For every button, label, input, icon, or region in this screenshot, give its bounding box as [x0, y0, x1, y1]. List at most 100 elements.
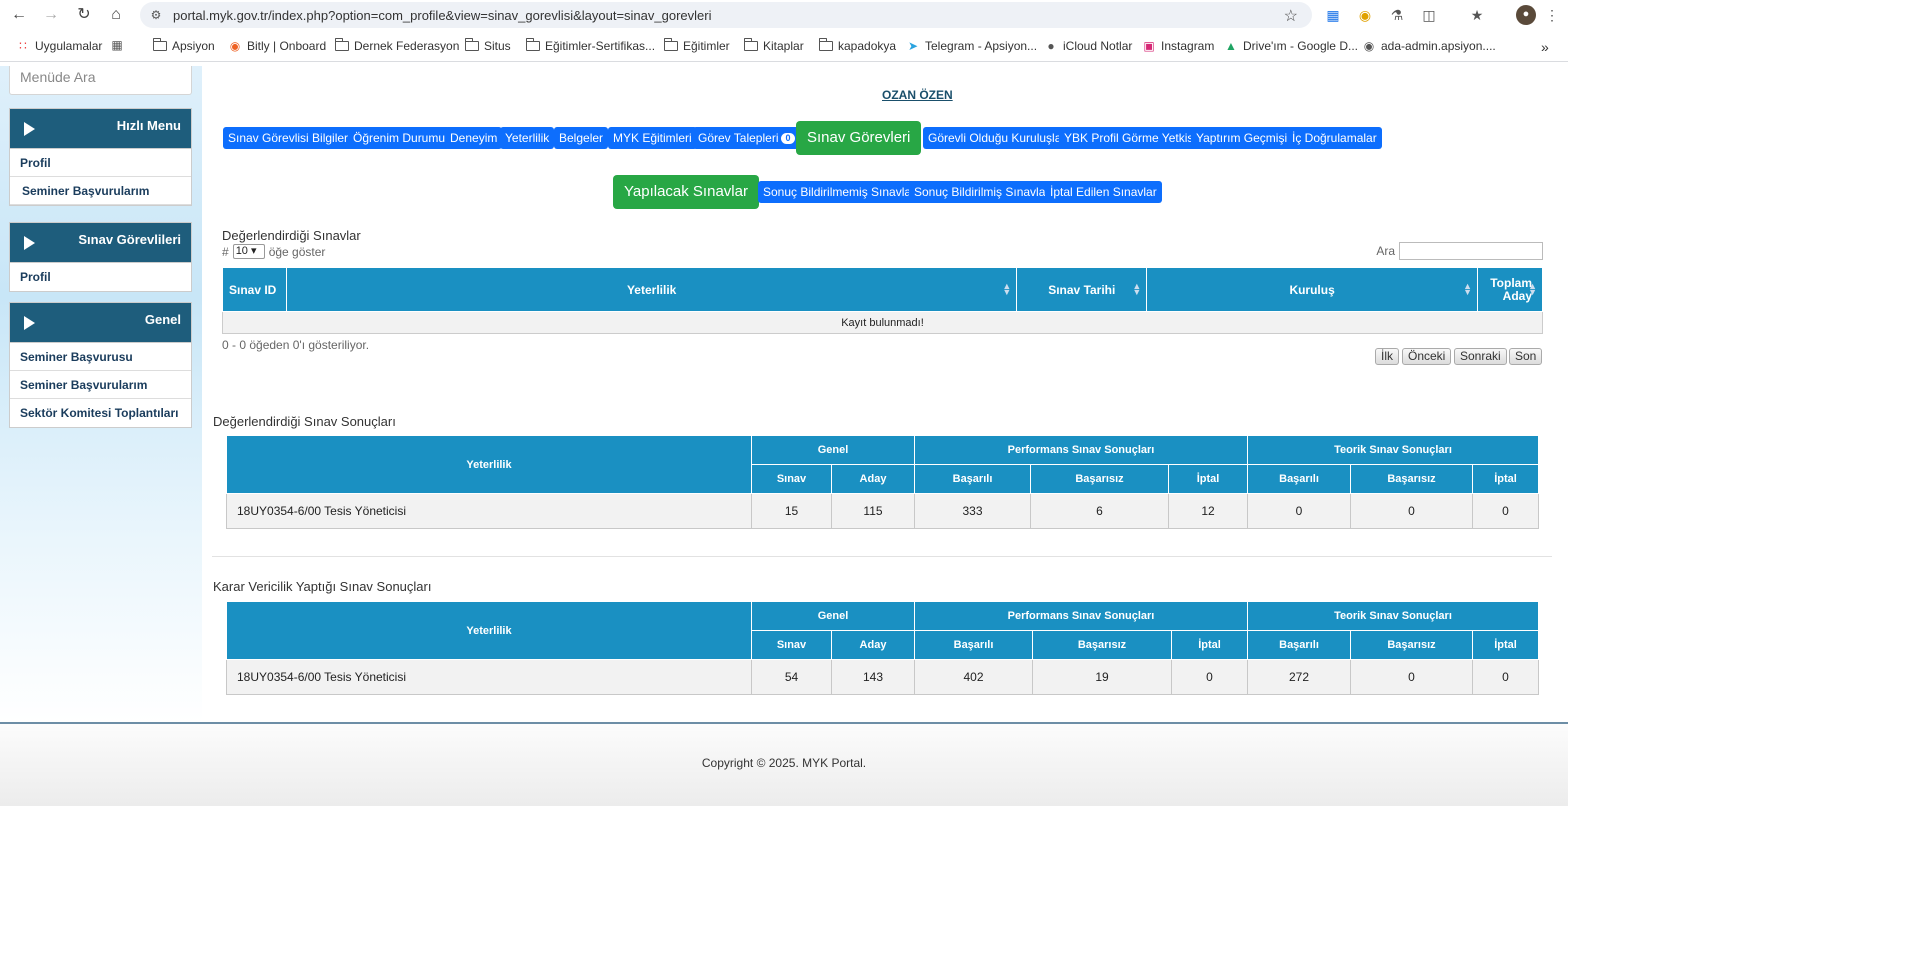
header-candidate: Aday	[831, 464, 915, 494]
bookmark-instagram[interactable]: ▣ Instagram	[1142, 39, 1214, 53]
subtab-cancelled-exams[interactable]: İptal Edilen Sınavlar	[1045, 181, 1162, 203]
extension-tools-icon[interactable]: ⚗	[1388, 6, 1406, 24]
empty-table-message: Kayıt bulunmadı!	[222, 311, 1543, 334]
menu-search-input[interactable]: Menüde Ara	[9, 66, 192, 95]
extension-circle-icon[interactable]: ◉	[1356, 6, 1374, 24]
bookmark-telegram[interactable]: ➤ Telegram - Apsiyon...	[906, 39, 1037, 53]
evaluated-results-table: Yeterlilik Genel Performans Sınav Sonuçl…	[226, 435, 1539, 529]
table-info: 0 - 0 öğeden 0'ı gösteriliyor.	[222, 338, 370, 352]
subtab-upcoming-exams[interactable]: Yapılacak Sınavlar	[613, 175, 759, 209]
tab-exam-duties[interactable]: Sınav Görevleri	[796, 121, 922, 155]
table-search-input[interactable]	[1399, 242, 1543, 260]
header-general: Genel	[751, 601, 915, 631]
col-exam-date[interactable]: Sınav Tarihi ▲ ▼	[1016, 267, 1148, 312]
sidebar-item-profil-exam[interactable]: Profil	[10, 263, 191, 291]
more-bookmarks-chevron-icon[interactable]: »	[1541, 39, 1549, 55]
bookmark-kapadokya[interactable]: kapadokya	[818, 38, 896, 53]
sidebar-item-seminer-basvurularim-general[interactable]: Seminer Başvurularım	[10, 371, 191, 399]
tab-organizations[interactable]: Görevli Olduğu Kuruluşlar	[923, 127, 1071, 149]
extensions-puzzle-icon[interactable]: ◫	[1420, 6, 1438, 24]
col-total-candidates[interactable]: Toplam Aday ▲ ▼	[1476, 267, 1544, 312]
tab-ybk-profile-permission[interactable]: YBK Profil Görme Yetkisi	[1059, 127, 1202, 149]
tab-duty-requests[interactable]: Görev Talepleri 0	[693, 127, 800, 149]
bookmark-star-icon[interactable]: ☆	[1284, 6, 1298, 26]
bookmarks-star-icon[interactable]: ★	[1468, 6, 1486, 24]
panel-header-exam-officers[interactable]: Sınav Görevlileri	[10, 223, 191, 263]
pagination-previous-button[interactable]: Önceki	[1402, 348, 1452, 365]
duty-requests-count-badge: 0	[781, 133, 795, 144]
bookmark-kitaplar[interactable]: Kitaplar	[743, 38, 804, 53]
tab-myk-trainings[interactable]: MYK Eğitimleri	[608, 127, 697, 149]
panel-header-general[interactable]: Genel	[10, 303, 191, 343]
bookmark-bitly[interactable]: ◉ Bitly | Onboard	[228, 39, 326, 53]
home-icon[interactable]: ⌂	[106, 5, 126, 25]
forward-arrow-icon[interactable]: →	[41, 5, 61, 25]
cell-qualification: 18UY0354-6/00 Tesis Yöneticisi	[226, 659, 752, 695]
sidebar-item-profil[interactable]: Profil	[10, 149, 191, 177]
header-perf-fail: Başarısız	[1030, 464, 1169, 494]
col-organization[interactable]: Kuruluş ▲ ▼	[1146, 267, 1478, 312]
reload-icon[interactable]: ↻	[74, 5, 94, 25]
bookmark-apsiyon[interactable]: Apsiyon	[152, 38, 215, 53]
tab-exam-officer-info[interactable]: Sınav Görevlisi Bilgileri	[223, 127, 356, 149]
bookmark-google-drive[interactable]: ▲ Drive'ım - Google D...	[1224, 39, 1358, 53]
cell-value: 402	[914, 659, 1033, 695]
bookmark-ada-admin[interactable]: ◉ ada-admin.apsiyon....	[1362, 39, 1496, 53]
tab-experience[interactable]: Deneyim	[445, 127, 503, 149]
site-info-icon[interactable]: ⚙	[148, 7, 164, 23]
subtab-unreported-exams[interactable]: Sonuç Bildirilmemiş Sınavlar	[758, 181, 921, 203]
header-qualification: Yeterlilik	[226, 435, 752, 494]
folder-icon	[334, 38, 349, 51]
tab-documents[interactable]: Belgeler	[554, 127, 609, 149]
pagination-next-button[interactable]: Sonraki	[1454, 348, 1507, 365]
header-exam: Sınav	[751, 464, 832, 494]
url-text[interactable]: portal.myk.gov.tr/index.php?option=com_p…	[173, 8, 711, 23]
sidebar-item-seminer-basvurusu[interactable]: Seminer Başvurusu	[10, 343, 191, 371]
pagination-first-button[interactable]: İlk	[1375, 348, 1399, 365]
back-arrow-icon[interactable]: ←	[9, 5, 29, 25]
panel-header-quick-menu[interactable]: Hızlı Menu	[10, 109, 191, 149]
bitly-icon: ◉	[229, 39, 241, 53]
tab-sanction-history[interactable]: Yaptırım Geçmişi	[1191, 127, 1293, 149]
bookmark-situs[interactable]: Situs	[464, 38, 511, 53]
tab-education[interactable]: Öğrenim Durumu	[348, 127, 451, 149]
header-exam: Sınav	[751, 630, 832, 660]
header-theoretical: Teorik Sınav Sonuçları	[1247, 435, 1539, 465]
bookmark-dernek[interactable]: Dernek Federasyon	[334, 38, 459, 53]
header-perf-cancel: İptal	[1168, 464, 1248, 494]
browser-menu-icon[interactable]: ⋮	[1543, 6, 1561, 24]
header-theory-success: Başarılı	[1247, 464, 1351, 494]
exams-table-title: Değerlendirdiği Sınavlar	[222, 228, 361, 243]
cell-value: 6	[1030, 493, 1169, 529]
bookmark-icloud[interactable]: ● iCloud Notlar	[1044, 39, 1132, 53]
cell-value: 0	[1171, 659, 1248, 695]
tab-qualification[interactable]: Yeterlilik	[500, 127, 555, 149]
profile-name-link[interactable]: OZAN ÖZEN	[882, 88, 953, 102]
tab-internal-verifications[interactable]: İç Doğrulamalar	[1287, 127, 1382, 149]
panel-quick-menu: Hızlı Menu Profil Seminer Başvurularım	[9, 108, 192, 206]
extension-translate-icon[interactable]: ▦	[1324, 6, 1342, 24]
header-theoretical: Teorik Sınav Sonuçları	[1247, 601, 1539, 631]
sort-icon: ▲ ▼	[1002, 281, 1012, 297]
subtab-reported-exams[interactable]: Sonuç Bildirilmiş Sınavlar	[909, 181, 1055, 203]
bookmark-egitimler[interactable]: Eğitimler	[663, 38, 730, 53]
header-performance: Performans Sınav Sonuçları	[914, 435, 1248, 465]
decision-results-table: Yeterlilik Genel Performans Sınav Sonuçl…	[226, 601, 1539, 695]
address-bar[interactable]: ⚙ portal.myk.gov.tr/index.php?option=com…	[140, 2, 1312, 28]
bookmark-apps[interactable]: ∷ Uygulamalar	[16, 39, 102, 53]
google-drive-icon: ▲	[1225, 39, 1237, 53]
sidebar-item-sektor-komitesi[interactable]: Sektör Komitesi Toplantıları	[10, 399, 191, 427]
sort-icon: ▲ ▼	[1463, 281, 1472, 297]
col-exam-id[interactable]: Sınav ID	[222, 267, 287, 312]
browser-toolbar: ← → ↻ ⌂ ⚙ portal.myk.gov.tr/index.php?op…	[0, 0, 1568, 30]
page-length-select[interactable]: 10 ▾	[232, 244, 265, 259]
bookmark-egitimler-sertifika[interactable]: Eğitimler-Sertifikas...	[525, 38, 655, 53]
pagination-last-button[interactable]: Son	[1509, 348, 1543, 365]
bookmark-tab-groups[interactable]: ▦	[110, 39, 124, 51]
tab-duty-requests-label: Görev Talepleri	[698, 131, 779, 145]
apps-grid-icon: ∷	[19, 39, 27, 53]
sidebar-item-seminer-basvurularim[interactable]: Seminer Başvurularım	[10, 177, 191, 205]
profile-avatar-icon[interactable]: ●	[1516, 5, 1536, 25]
col-qualification[interactable]: Yeterlilik ▲ ▼	[285, 267, 1018, 312]
folder-icon	[743, 38, 758, 51]
